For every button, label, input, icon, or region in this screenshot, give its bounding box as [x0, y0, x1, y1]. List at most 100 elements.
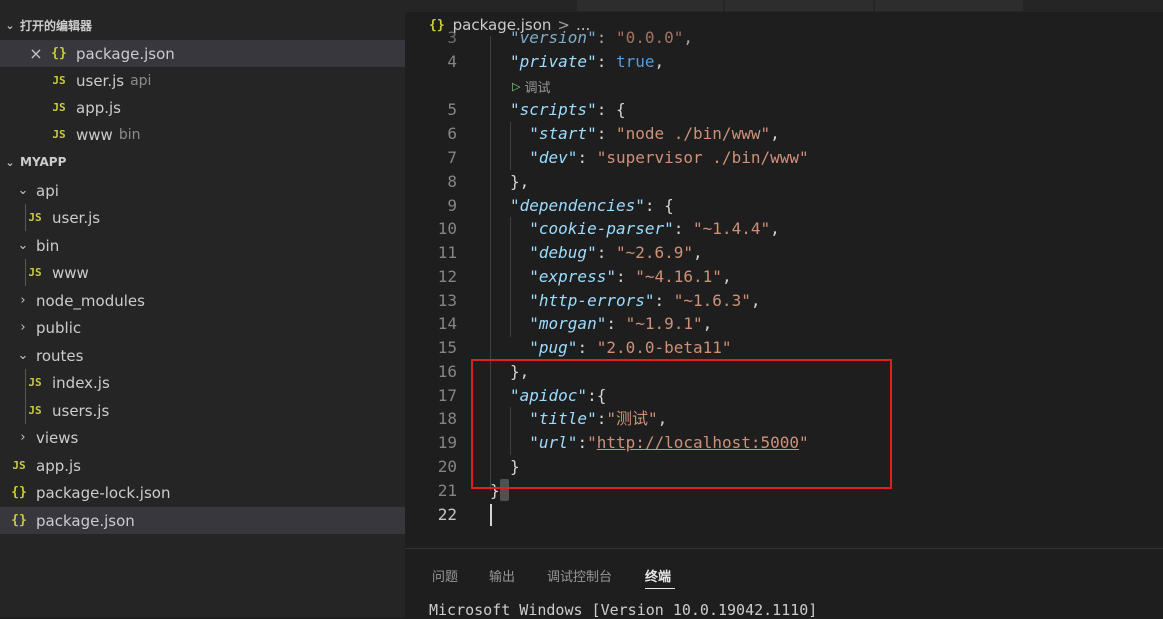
code-line[interactable]: 3 "version": "0.0.0",: [405, 26, 1163, 50]
bottom-panel: 问题 输出 调试控制台 终端 Microsoft Windows [Versio…: [405, 548, 1163, 619]
code-text: "cookie-parser": "~1.4.4",: [510, 217, 780, 241]
code-token: "express": [529, 267, 616, 286]
tab-debug-console[interactable]: 调试控制台: [547, 566, 612, 585]
open-editor-item[interactable]: JS user.js api: [0, 67, 405, 94]
tab-output[interactable]: 输出: [489, 566, 515, 585]
file-name: users.js: [52, 401, 110, 420]
code-token: ,: [770, 219, 780, 238]
tree-file[interactable]: JS app.js: [0, 452, 405, 479]
js-file-icon: JS: [12, 459, 26, 472]
tree-file[interactable]: JS www: [0, 259, 405, 286]
code-token: "~2.6.9": [615, 243, 694, 262]
open-editors-title: 打开的编辑器: [20, 18, 93, 33]
tree-file[interactable]: {} package.json: [0, 507, 405, 534]
code-token: "pug": [529, 338, 578, 357]
myapp-header[interactable]: ⌄ MYAPP: [0, 149, 405, 175]
line-number: 19: [437, 433, 457, 452]
tree-folder[interactable]: ⌄ routes: [0, 342, 405, 369]
open-editor-item[interactable]: JS app.js: [0, 94, 405, 121]
folder-name: views: [36, 428, 79, 447]
close-icon[interactable]: ×: [28, 44, 44, 63]
code-line[interactable]: 5 "scripts": {: [405, 98, 1163, 122]
code-text: "express": "~4.16.1",: [510, 265, 732, 289]
chevron-right-icon[interactable]: ›: [16, 320, 30, 335]
code-token: },: [510, 172, 530, 191]
code-line[interactable]: 12 "express": "~4.16.1",: [405, 265, 1163, 289]
code-token: "~4.16.1": [635, 267, 722, 286]
line-number: 12: [437, 267, 457, 286]
code-line[interactable]: 11 "debug": "~2.6.9",: [405, 241, 1163, 265]
editor-tab-strip: [405, 0, 1163, 12]
text-cursor: [490, 504, 492, 526]
line-number: 15: [437, 338, 457, 357]
file-name: package.json: [36, 511, 135, 530]
chevron-down-icon[interactable]: ⌄: [16, 238, 30, 253]
code-line[interactable]: 4 "private": true,: [405, 50, 1163, 74]
debug-codelens[interactable]: ▷ 调试: [512, 76, 550, 96]
code-line[interactable]: 6 "start": "node ./bin/www",: [405, 122, 1163, 146]
tab-terminal[interactable]: 终端: [645, 566, 671, 585]
line-number: 7: [447, 148, 457, 167]
line-number: 11: [437, 243, 457, 262]
editor-tab[interactable]: [725, 0, 873, 11]
open-editors-header[interactable]: ⌄ 打开的编辑器: [0, 12, 405, 38]
code-text: "http-errors": "~1.6.3",: [510, 289, 760, 313]
explorer-sidebar: ⌄ 打开的编辑器 × {} package.json JS user.js api JS ap…: [0, 0, 405, 617]
editor-tab[interactable]: [577, 0, 723, 11]
chevron-right-icon[interactable]: ›: [16, 293, 30, 308]
code-token: ,: [693, 243, 703, 262]
code-token: :: [577, 338, 597, 357]
open-editor-item[interactable]: × {} package.json: [0, 40, 405, 67]
code-line[interactable]: 22: [405, 503, 1163, 527]
chevron-right-icon[interactable]: ›: [16, 430, 30, 445]
code-token: ,: [721, 267, 732, 286]
code-token: "morgan": [529, 314, 607, 333]
code-token: "http-errors": [529, 291, 655, 310]
code-line[interactable]: 9 "dependencies": {: [405, 194, 1163, 218]
code-line[interactable]: 10 "cookie-parser": "~1.4.4",: [405, 217, 1163, 241]
code-token: "~1.4.4": [693, 219, 771, 238]
tree-file[interactable]: JS users.js: [0, 397, 405, 424]
open-editor-filename: package.json: [76, 44, 175, 63]
code-line[interactable]: 15 "pug": "2.0.0-beta11": [405, 336, 1163, 360]
code-line[interactable]: 7 "dev": "supervisor ./bin/www": [405, 146, 1163, 170]
code-token: "node ./bin/www": [615, 124, 771, 143]
code-text: "dependencies": {: [510, 194, 674, 218]
file-name: index.js: [52, 373, 110, 392]
tree-folder[interactable]: ⌄ api: [0, 177, 405, 204]
open-editor-filename: app.js: [76, 98, 121, 117]
tree-folder[interactable]: › public: [0, 314, 405, 341]
tree-file[interactable]: {} package-lock.json: [0, 479, 405, 506]
js-file-icon: JS: [52, 128, 66, 141]
js-file-icon: JS: [28, 404, 42, 417]
chevron-down-icon: ⌄: [5, 18, 15, 32]
indent-guide: [510, 122, 511, 170]
code-line[interactable]: 13 "http-errors": "~1.6.3",: [405, 289, 1163, 313]
code-token: :: [577, 148, 597, 167]
code-token: :: [596, 124, 616, 143]
chevron-down-icon[interactable]: ⌄: [16, 348, 30, 363]
editor-tab[interactable]: [875, 0, 1023, 11]
myapp-title: MYAPP: [20, 155, 67, 169]
tree-file[interactable]: JS user.js: [0, 204, 405, 231]
code-text: "start": "node ./bin/www",: [510, 122, 779, 146]
folder-name: bin: [36, 236, 60, 255]
line-number: 22: [437, 505, 457, 524]
tree-folder[interactable]: › views: [0, 424, 405, 451]
json-file-icon: {}: [51, 46, 67, 61]
open-editor-item[interactable]: JS www bin: [0, 121, 405, 148]
line-number: 6: [447, 124, 457, 143]
tree-file[interactable]: JS index.js: [0, 369, 405, 396]
folder-name: public: [36, 318, 82, 337]
chevron-down-icon[interactable]: ⌄: [16, 183, 30, 198]
folder-name: api: [36, 181, 59, 200]
tree-folder[interactable]: ⌄ bin: [0, 232, 405, 259]
terminal-output[interactable]: Microsoft Windows [Version 10.0.19042.11…: [429, 601, 817, 619]
code-line[interactable]: 14 "morgan": "~1.9.1",: [405, 312, 1163, 336]
tree-folder[interactable]: › node_modules: [0, 287, 405, 314]
tab-problems[interactable]: 问题: [432, 566, 458, 585]
code-line[interactable]: 8},: [405, 170, 1163, 194]
file-name: package-lock.json: [36, 483, 171, 502]
